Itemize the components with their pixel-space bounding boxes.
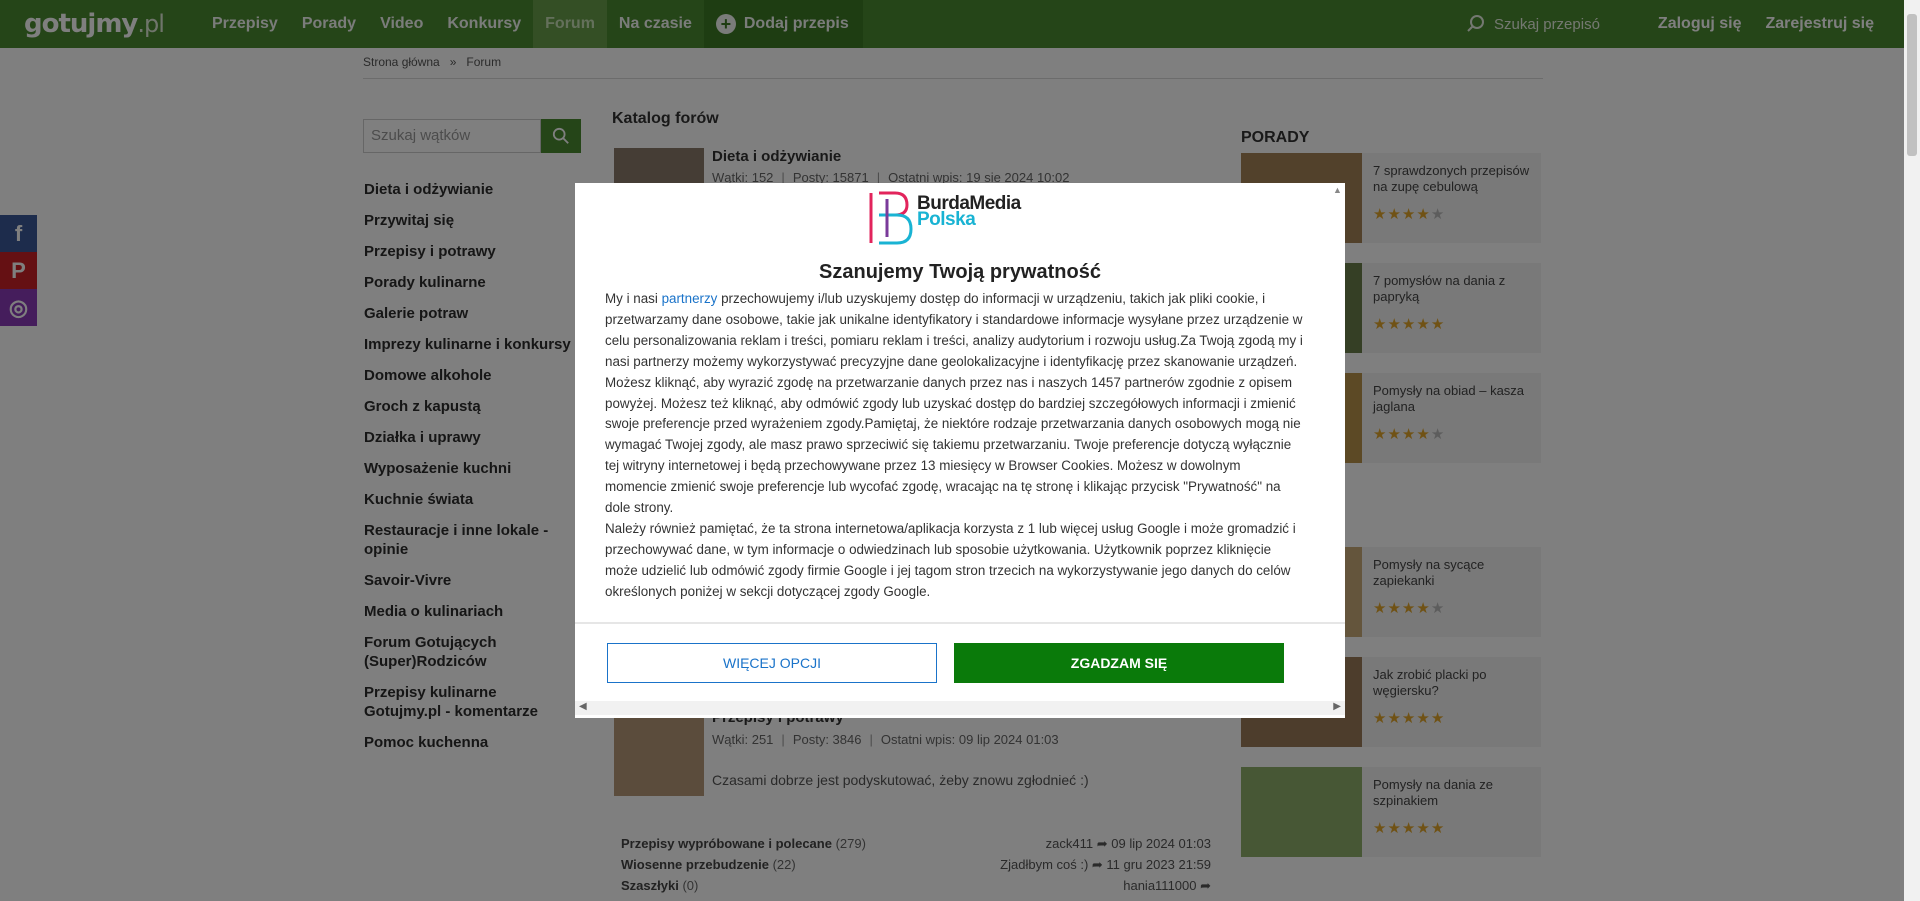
consent-scrollbar[interactable]: ▲ [1331,185,1343,605]
logo-text-polska: Polska [917,209,976,230]
consent-text: przechowujemy i/lub uzyskujemy dostęp do… [605,291,1303,516]
privacy-consent-dialog: BurdaMedia Polska Szanujemy Twoją prywat… [575,183,1345,718]
scroll-left-icon[interactable]: ◀ [579,701,587,712]
consent-google-text: Należy również pamiętać, że ta strona in… [605,520,1296,599]
consent-divider [575,622,1345,624]
page-scrollbar-thumb[interactable] [1907,14,1917,156]
partners-link[interactable]: partnerzy [662,291,718,306]
burda-media-logo: BurdaMedia Polska [865,187,1045,249]
scroll-right-icon[interactable]: ▶ [1333,701,1341,712]
consent-body: My i nasi partnerzy przechowujemy i/lub … [605,289,1305,604]
scroll-up-icon[interactable]: ▲ [1333,185,1342,195]
page-scrollbar[interactable] [1904,0,1920,901]
consent-horizontal-scrollbar[interactable]: ◀ ▶ [575,701,1345,715]
consent-intro: My i nasi [605,291,662,306]
agree-button[interactable]: ZGADZAM SIĘ [954,643,1284,683]
more-options-button[interactable]: WIĘCEJ OPCJI [607,643,937,683]
consent-title: Szanujemy Twoją prywatność [819,261,1101,283]
burda-logo-mark [869,191,913,245]
